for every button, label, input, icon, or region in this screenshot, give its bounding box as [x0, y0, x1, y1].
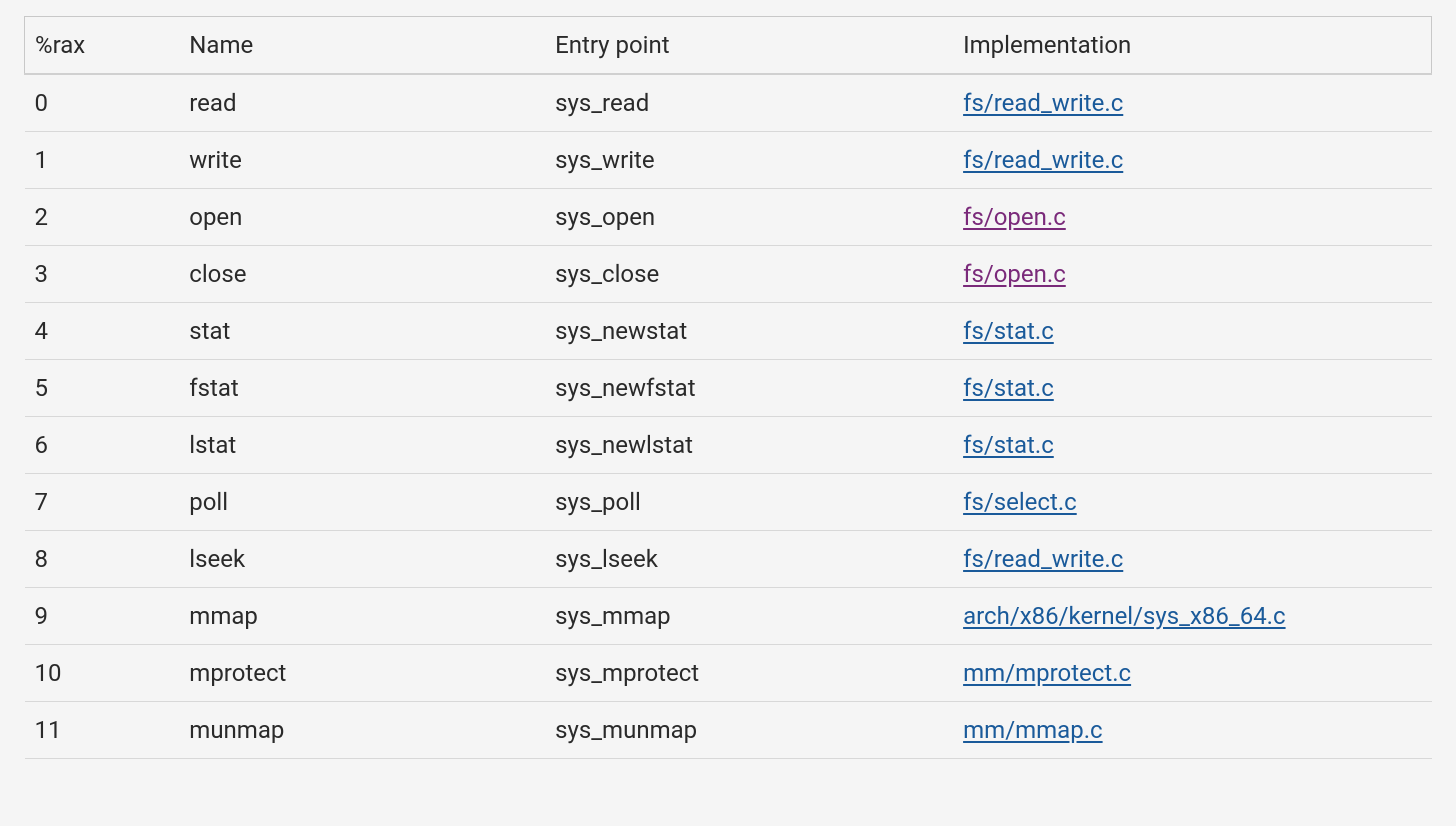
cell-rax: 10: [25, 645, 180, 702]
cell-rax: 8: [25, 531, 180, 588]
cell-impl: fs/read_write.c: [953, 74, 1431, 132]
cell-rax: 9: [25, 588, 180, 645]
cell-entry: sys_mprotect: [545, 645, 953, 702]
cell-name: close: [179, 246, 545, 303]
header-impl: Implementation: [953, 17, 1431, 75]
impl-link[interactable]: fs/stat.c: [963, 317, 1054, 345]
cell-name: stat: [179, 303, 545, 360]
table-row: 3closesys_close fs/open.c: [25, 246, 1432, 303]
cell-name: fstat: [179, 360, 545, 417]
table-row: 7pollsys_poll fs/select.c: [25, 474, 1432, 531]
table-row: 1writesys_write fs/read_write.c: [25, 132, 1432, 189]
cell-impl: fs/open.c: [953, 246, 1431, 303]
syscall-table: %rax Name Entry point Implementation 0re…: [24, 16, 1432, 759]
cell-rax: 7: [25, 474, 180, 531]
cell-entry: sys_mmap: [545, 588, 953, 645]
table-row: 0readsys_read fs/read_write.c: [25, 74, 1432, 132]
cell-name: open: [179, 189, 545, 246]
cell-rax: 11: [25, 702, 180, 759]
table-row: 11munmapsys_munmap mm/mmap.c: [25, 702, 1432, 759]
impl-link[interactable]: fs/open.c: [963, 260, 1066, 288]
cell-impl: mm/mprotect.c: [953, 645, 1431, 702]
impl-link[interactable]: fs/read_write.c: [963, 545, 1123, 573]
cell-entry: sys_newstat: [545, 303, 953, 360]
cell-entry: sys_munmap: [545, 702, 953, 759]
cell-entry: sys_poll: [545, 474, 953, 531]
cell-rax: 4: [25, 303, 180, 360]
impl-link[interactable]: fs/open.c: [963, 203, 1066, 231]
cell-rax: 2: [25, 189, 180, 246]
cell-impl: fs/stat.c: [953, 417, 1431, 474]
cell-impl: fs/stat.c: [953, 303, 1431, 360]
cell-name: mmap: [179, 588, 545, 645]
table-row: 8lseeksys_lseek fs/read_write.c: [25, 531, 1432, 588]
cell-entry: sys_newfstat: [545, 360, 953, 417]
cell-name: write: [179, 132, 545, 189]
cell-rax: 5: [25, 360, 180, 417]
cell-impl: fs/stat.c: [953, 360, 1431, 417]
cell-rax: 0: [25, 74, 180, 132]
table-row: 4statsys_newstat fs/stat.c: [25, 303, 1432, 360]
table-row: 5fstatsys_newfstat fs/stat.c: [25, 360, 1432, 417]
cell-entry: sys_close: [545, 246, 953, 303]
cell-impl: fs/open.c: [953, 189, 1431, 246]
cell-name: mprotect: [179, 645, 545, 702]
cell-impl: fs/read_write.c: [953, 531, 1431, 588]
table-row: 6lstatsys_newlstat fs/stat.c: [25, 417, 1432, 474]
impl-link[interactable]: arch/x86/kernel/sys_x86_64.c: [963, 602, 1285, 630]
impl-link[interactable]: fs/read_write.c: [963, 89, 1123, 117]
table-header-row: %rax Name Entry point Implementation: [25, 17, 1432, 75]
impl-link[interactable]: fs/read_write.c: [963, 146, 1123, 174]
cell-name: munmap: [179, 702, 545, 759]
cell-rax: 6: [25, 417, 180, 474]
header-entry: Entry point: [545, 17, 953, 75]
header-name: Name: [179, 17, 545, 75]
cell-name: lseek: [179, 531, 545, 588]
cell-rax: 1: [25, 132, 180, 189]
cell-name: lstat: [179, 417, 545, 474]
cell-entry: sys_newlstat: [545, 417, 953, 474]
cell-impl: mm/mmap.c: [953, 702, 1431, 759]
cell-impl: arch/x86/kernel/sys_x86_64.c: [953, 588, 1431, 645]
table-row: 10mprotectsys_mprotect mm/mprotect.c: [25, 645, 1432, 702]
cell-entry: sys_write: [545, 132, 953, 189]
cell-entry: sys_open: [545, 189, 953, 246]
impl-link[interactable]: mm/mmap.c: [963, 716, 1103, 744]
cell-name: read: [179, 74, 545, 132]
impl-link[interactable]: fs/select.c: [963, 488, 1077, 516]
impl-link[interactable]: fs/stat.c: [963, 374, 1054, 402]
cell-impl: fs/select.c: [953, 474, 1431, 531]
table-row: 9mmapsys_mmap arch/x86/kernel/sys_x86_64.…: [25, 588, 1432, 645]
cell-entry: sys_read: [545, 74, 953, 132]
cell-rax: 3: [25, 246, 180, 303]
cell-entry: sys_lseek: [545, 531, 953, 588]
header-rax: %rax: [25, 17, 180, 75]
table-row: 2opensys_open fs/open.c: [25, 189, 1432, 246]
cell-name: poll: [179, 474, 545, 531]
impl-link[interactable]: mm/mprotect.c: [963, 659, 1131, 687]
impl-link[interactable]: fs/stat.c: [963, 431, 1054, 459]
cell-impl: fs/read_write.c: [953, 132, 1431, 189]
